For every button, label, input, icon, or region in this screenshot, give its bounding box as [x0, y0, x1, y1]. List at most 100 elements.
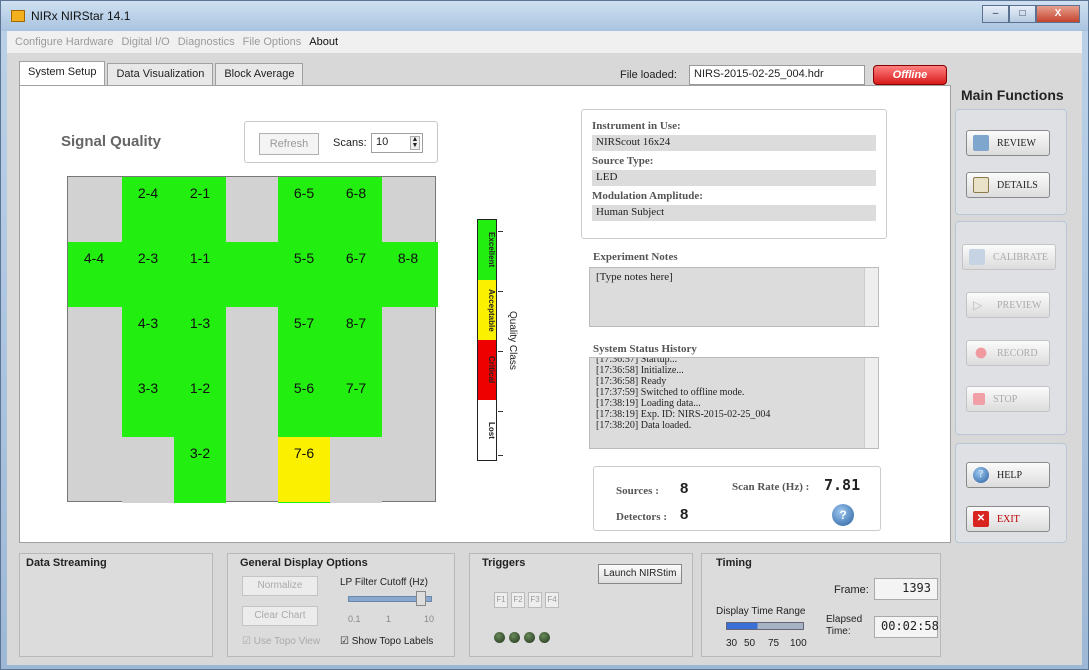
lp-filter-label: LP Filter Cutoff (Hz) — [340, 577, 428, 588]
review-label: REVIEW — [997, 137, 1036, 149]
calibrate-icon — [969, 249, 985, 265]
quality-mask — [330, 437, 382, 503]
menu-about[interactable]: About — [309, 36, 338, 48]
close-button[interactable]: X — [1036, 5, 1080, 23]
status-history-label: System Status History — [593, 343, 697, 355]
trigger-f4[interactable]: F4 — [545, 592, 559, 608]
calibrate-label: CALIBRATE — [993, 251, 1048, 263]
review-button[interactable]: REVIEW — [966, 130, 1050, 156]
calibrate-button[interactable]: CALIBRATE — [962, 244, 1056, 270]
main-functions-group-2: CALIBRATE ▷ PREVIEW RECORD STOP — [955, 221, 1067, 435]
channel-label: 6-8 — [345, 185, 367, 201]
main-functions-group-3: ? HELP ✕ EXIT — [955, 443, 1067, 543]
timing-panel: Timing Frame: 1393 Display Time Range 30… — [701, 553, 941, 657]
range-tick-1: 50 — [744, 638, 756, 649]
help-button[interactable]: ? HELP — [966, 462, 1050, 488]
exit-button[interactable]: ✕ EXIT — [966, 506, 1050, 532]
trigger-f1[interactable]: F1 — [494, 592, 508, 608]
show-topo-label: Show Topo Labels — [351, 636, 434, 647]
range-tick-2: 75 — [768, 638, 780, 649]
help-icon: ? — [973, 467, 989, 483]
maximize-button[interactable]: □ — [1009, 5, 1036, 23]
sources-label: Sources : — [616, 485, 659, 497]
experiment-notes-text: [Type notes here] — [596, 271, 673, 283]
exit-icon: ✕ — [973, 511, 989, 527]
display-range-slider[interactable] — [726, 622, 804, 630]
status-line: [17:36:57] Startup... — [596, 357, 678, 365]
elapsed-value: 00:02:58 — [874, 616, 939, 638]
scans-label: Scans: — [333, 137, 367, 149]
record-label: RECORD — [997, 347, 1038, 359]
details-button[interactable]: DETAILS — [966, 172, 1050, 198]
legend-tick — [498, 411, 503, 412]
legend-tick — [498, 291, 503, 292]
main-functions-title: Main Functions — [961, 87, 1064, 103]
details-label: DETAILS — [997, 179, 1038, 191]
instrument-in-use-label: Instrument in Use: — [592, 120, 681, 132]
record-icon — [973, 345, 989, 361]
tab-block-average[interactable]: Block Average — [215, 63, 304, 85]
menu-configure-hardware[interactable]: Configure Hardware — [15, 36, 113, 48]
normalize-button[interactable]: Normalize — [242, 576, 318, 596]
status-scrollbar[interactable] — [864, 358, 878, 448]
triggers-panel: Triggers Launch NIRStim F1 F2 F3 F4 — [469, 553, 693, 657]
exit-label: EXIT — [997, 513, 1020, 525]
launch-nirstim-button[interactable]: Launch NIRStim — [598, 564, 682, 584]
trigger-led-4 — [539, 632, 550, 643]
offline-indicator: Offline — [873, 65, 947, 85]
status-line: [17:38:19] Loading data... — [596, 398, 701, 409]
stop-label: STOP — [993, 393, 1018, 405]
status-line: [17:37:59] Switched to offline mode. — [596, 387, 745, 398]
legend-tick — [498, 231, 503, 232]
range-tick-0: 30 — [726, 638, 738, 649]
experiment-notes-input[interactable]: [Type notes here] — [589, 267, 879, 327]
menu-bar: Configure Hardware Digital I/O Diagnosti… — [7, 31, 1082, 53]
lp-filter-thumb[interactable] — [416, 591, 426, 606]
experiment-notes-label: Experiment Notes — [593, 251, 678, 263]
app-window: NIRx NIRStar 14.1 – □ X Configure Hardwa… — [0, 0, 1089, 670]
stop-button[interactable]: STOP — [966, 386, 1050, 412]
stats-help-icon[interactable]: ? — [832, 504, 854, 526]
use-topo-label: Use Topo View — [253, 636, 321, 647]
tab-system-setup[interactable]: System Setup — [19, 61, 106, 85]
trigger-f3[interactable]: F3 — [528, 592, 542, 608]
menu-file-options[interactable]: File Options — [243, 36, 302, 48]
elapsed-label: Elapsed Time: — [826, 614, 863, 637]
scans-spinner[interactable]: ▲ ▼ — [410, 136, 420, 150]
modulation-value: Human Subject — [592, 205, 876, 221]
app-logo-icon — [11, 10, 25, 22]
instrument-info: Instrument in Use: NIRScout 16x24 Source… — [581, 109, 887, 239]
show-topo-checkbox[interactable]: ☑ Show Topo Labels — [340, 636, 433, 647]
device-stats: Sources : 8 Detectors : 8 Scan Rate (Hz)… — [593, 466, 881, 531]
channel-label: 7-6 — [293, 445, 315, 461]
trigger-f2[interactable]: F2 — [511, 592, 525, 608]
tab-data-visualization[interactable]: Data Visualization — [107, 63, 214, 85]
channel-label: 2-3 — [137, 250, 159, 266]
sources-value: 8 — [680, 480, 689, 497]
channel-label: 1-3 — [189, 315, 211, 331]
instrument-in-use-value: NIRScout 16x24 — [592, 135, 876, 151]
scan-rate-value: 7.81 — [824, 476, 861, 494]
record-button[interactable]: RECORD — [966, 340, 1050, 366]
legend-acceptable: Acceptable — [478, 280, 496, 340]
triggers-title: Triggers — [482, 557, 526, 569]
minimize-button[interactable]: – — [982, 5, 1009, 23]
file-loaded-field[interactable]: NIRS-2015-02-25_004.hdr — [689, 65, 865, 85]
preview-button[interactable]: ▷ PREVIEW — [966, 292, 1050, 318]
menu-digital-io[interactable]: Digital I/O — [121, 36, 169, 48]
quality-mask — [122, 437, 174, 503]
use-topo-checkbox[interactable]: ☑ Use Topo View — [242, 636, 320, 647]
lp-tick-2: 10 — [424, 614, 435, 624]
clear-chart-button[interactable]: Clear Chart — [242, 606, 318, 626]
notes-scrollbar[interactable] — [864, 268, 878, 326]
refresh-button[interactable]: Refresh — [259, 133, 319, 155]
status-line: [17:36:58] Initialize... — [596, 365, 684, 376]
scans-input[interactable]: 10 ▲ ▼ — [371, 133, 423, 153]
lp-tick-1: 1 — [386, 614, 392, 624]
channel-label: 1-2 — [189, 380, 211, 396]
trigger-led-1 — [494, 632, 505, 643]
refresh-group: Refresh Scans: 10 ▲ ▼ — [244, 121, 438, 163]
lp-tick-0: 0.1 — [348, 614, 361, 624]
menu-diagnostics[interactable]: Diagnostics — [178, 36, 235, 48]
quality-class-legend: Excellent Acceptable Critical Lost — [477, 219, 497, 461]
